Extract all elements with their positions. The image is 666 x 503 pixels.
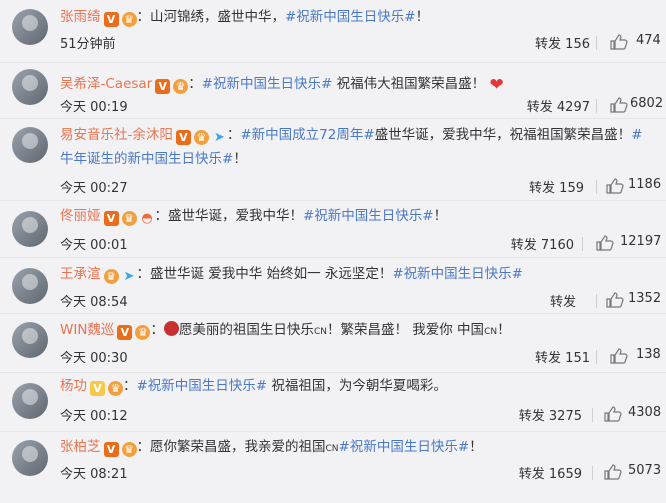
- verified-badge-icon: V: [175, 130, 191, 145]
- comment-content: 易安音乐社-余沐阳 V ♛ ➤ ：#新中国成立72周年#盛世华诞，爱我中华，祝福祖国繁荣…: [60, 127, 643, 167]
- repost-button[interactable]: 转发 4297: [527, 96, 590, 115]
- crown-badge-icon: ♛: [108, 381, 123, 396]
- list-item: 吴希泽-Caesar V ♛ ：#祝新中国生日快乐# 祝福伟大祖国繁荣昌盛！ ❤ 今天…: [0, 63, 666, 119]
- timestamp: 今天 08:21: [60, 467, 128, 482]
- like-count: 474: [636, 33, 661, 48]
- avatar[interactable]: [12, 268, 48, 304]
- crown-badge-icon: ♛: [121, 442, 137, 457]
- avatar[interactable]: [12, 322, 48, 358]
- comment-content: WIN魏巡 V ♛：愿美丽的祖国生日快乐CN！繁荣昌盛！ 我爱你 中国CN！: [60, 321, 511, 340]
- like-count: 6802: [630, 96, 664, 111]
- list-item: 张柏芝 V ♛ ：愿你繁荣昌盛，我亲爱的祖国CN#祝新中国生日快乐#！ 今天 08:2…: [0, 432, 666, 490]
- hashtag-link[interactable]: #祝新中国生日快乐#: [392, 266, 523, 282]
- verified-badge-icon: V: [117, 325, 133, 340]
- timestamp: 51分钟前: [60, 37, 116, 52]
- timestamp: 今天 08:54: [60, 295, 128, 310]
- comment-content: 杨功 V ♛ ：#祝新中国生日快乐# 祝福祖国，为今朝华夏喝彩。: [60, 378, 447, 396]
- timestamp: 今天 00:27: [60, 181, 128, 196]
- user-name[interactable]: 吴希泽-Caesar: [60, 76, 152, 92]
- avatar[interactable]: [12, 69, 48, 105]
- like-count: 138: [636, 347, 661, 362]
- hashtag-link[interactable]: #新中国成立72周年#: [240, 127, 374, 143]
- crown-badge-icon: ♛: [121, 211, 137, 226]
- repost-button[interactable]: 转发 159: [529, 177, 584, 196]
- plane-badge-icon: ➤: [213, 130, 225, 145]
- verified-badge-icon: V: [90, 381, 105, 396]
- hashtag-link[interactable]: #祝新中国生日快乐#: [137, 378, 268, 394]
- avatar[interactable]: [12, 211, 48, 247]
- hashtag-link[interactable]: #祝新中国生日快乐#: [339, 439, 470, 455]
- comment-content: 王承渲 ♛ ➤ ：盛世华诞 爱我中华 始终如一 永远坚定！#祝新中国生日快乐#: [60, 266, 523, 284]
- user-name[interactable]: 王承渲: [60, 266, 101, 282]
- timestamp: 今天 00:12: [60, 409, 128, 424]
- timestamp: 今天 00:01: [60, 238, 128, 253]
- like-count: 12197: [620, 234, 662, 249]
- hashtag-link[interactable]: #祝新中国生日快乐#: [202, 76, 333, 92]
- repost-button[interactable]: 转发 156: [535, 33, 590, 52]
- crown-badge-icon: ♛: [103, 269, 119, 284]
- like-icon[interactable]: [604, 464, 622, 480]
- verified-badge-icon: V: [155, 79, 171, 94]
- list-item: 易安音乐社-余沐阳 V ♛ ➤ ：#新中国成立72周年#盛世华诞，爱我中华，祝福祖国繁荣…: [0, 119, 666, 201]
- user-name[interactable]: 易安音乐社-余沐阳: [60, 127, 173, 143]
- rainbow-badge-icon: ◓: [141, 211, 153, 226]
- avatar[interactable]: [12, 440, 48, 476]
- comment-content: 张雨绮 V ♛ ：山河锦绣，盛世中华，#祝新中国生日快乐#！: [60, 9, 430, 27]
- crown-badge-icon: ♛: [135, 325, 151, 340]
- verified-badge-icon: V: [103, 442, 119, 457]
- crown-badge-icon: ♛: [121, 12, 137, 27]
- heart-icon: ❤: [489, 75, 504, 95]
- avatar[interactable]: [12, 383, 48, 419]
- list-item: 佟丽娅 V ♛ ◓ ：盛世华诞，爱我中华！#祝新中国生日快乐#！ 今天 00:01 转发…: [0, 201, 666, 258]
- hashtag-link[interactable]: #祝新中国生日快乐#: [285, 9, 416, 25]
- like-icon[interactable]: [606, 178, 624, 194]
- like-count: 5073: [628, 463, 662, 478]
- repost-button[interactable]: 转发 151: [535, 347, 590, 366]
- like-icon[interactable]: [610, 97, 628, 113]
- list-item: 张雨绮 V ♛ ：山河锦绣，盛世中华，#祝新中国生日快乐#！ 51分钟前 转发 156…: [0, 0, 666, 63]
- like-icon[interactable]: [610, 348, 628, 364]
- hashtag-link[interactable]: #祝新中国生日快乐#: [303, 208, 434, 224]
- user-name[interactable]: 张雨绮: [60, 9, 101, 25]
- like-icon[interactable]: [610, 34, 628, 50]
- plane-badge-icon: ➤: [123, 269, 135, 284]
- list-item: 杨功 V ♛ ：#祝新中国生日快乐# 祝福祖国，为今朝华夏喝彩。 今天 00:12 转…: [0, 373, 666, 432]
- timestamp: 今天 00:19: [60, 100, 128, 115]
- user-name[interactable]: 佟丽娅: [60, 208, 101, 224]
- avatar[interactable]: [12, 127, 48, 163]
- like-count: 1186: [628, 177, 662, 192]
- timestamp: 今天 00:30: [60, 351, 128, 366]
- like-count: 1352: [628, 291, 662, 306]
- user-name[interactable]: WIN魏巡: [60, 322, 114, 338]
- comment-content: 吴希泽-Caesar V ♛ ：#祝新中国生日快乐# 祝福伟大祖国繁荣昌盛！ ❤: [60, 75, 504, 95]
- user-name[interactable]: 杨功: [60, 378, 87, 394]
- comment-content: 佟丽娅 V ♛ ◓ ：盛世华诞，爱我中华！#祝新中国生日快乐#！: [60, 208, 448, 226]
- avatar[interactable]: [12, 9, 48, 45]
- crown-badge-icon: ♛: [173, 79, 189, 94]
- user-name[interactable]: 张柏芝: [60, 439, 101, 455]
- comment-content: 张柏芝 V ♛ ：愿你繁荣昌盛，我亲爱的祖国CN#祝新中国生日快乐#！: [60, 439, 483, 457]
- repost-button[interactable]: 转发 7160: [511, 234, 574, 253]
- crown-badge-icon: ♛: [193, 130, 209, 145]
- like-icon[interactable]: [596, 235, 614, 251]
- like-icon[interactable]: [604, 406, 622, 422]
- like-count: 4308: [628, 405, 662, 420]
- comment-list: 张雨绮 V ♛ ：山河锦绣，盛世中华，#祝新中国生日快乐#！ 51分钟前 转发 156…: [0, 0, 666, 503]
- verified-badge-icon: V: [103, 211, 119, 226]
- list-item: WIN魏巡 V ♛：愿美丽的祖国生日快乐CN！繁荣昌盛！ 我爱你 中国CN！ 今天 …: [0, 314, 666, 373]
- repost-button[interactable]: 转发: [550, 291, 576, 310]
- like-icon[interactable]: [606, 292, 624, 308]
- emoji-icon: [163, 321, 179, 336]
- verified-badge-icon: V: [103, 12, 119, 27]
- repost-button[interactable]: 转发 3275: [519, 405, 582, 424]
- list-item: 王承渲 ♛ ➤ ：盛世华诞 爱我中华 始终如一 永远坚定！#祝新中国生日快乐# 今天 …: [0, 258, 666, 314]
- repost-button[interactable]: 转发 1659: [519, 463, 582, 482]
